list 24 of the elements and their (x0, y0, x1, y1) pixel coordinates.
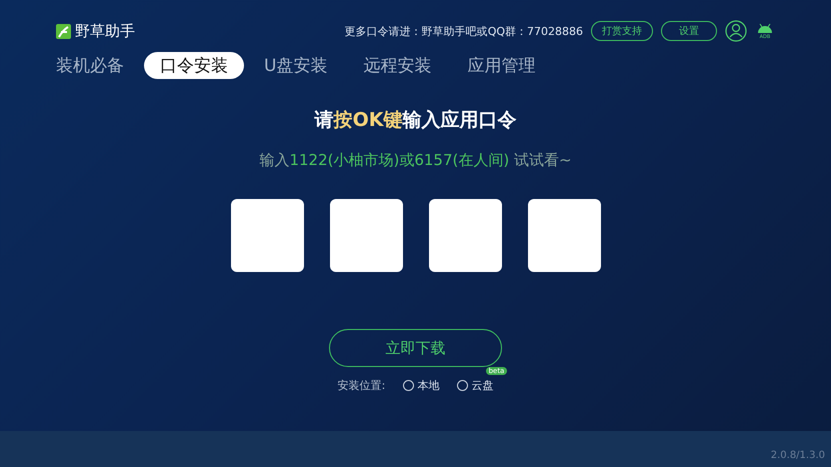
user-icon[interactable] (725, 20, 747, 42)
nav-tab[interactable]: 应用管理 (451, 52, 552, 79)
settings-button[interactable]: 设置 (661, 21, 717, 41)
qq-group-notice: 更多口令请进：野草助手吧或QQ群：77028886 (344, 24, 583, 38)
example-hint: 输入1122(小柚市场)或6157(在人间) 试试看~ (259, 151, 572, 170)
instruction-heading: 请按OK键输入应用口令 (314, 108, 516, 133)
version-text: 2.0.8/1.3.0 (770, 450, 825, 461)
option-label: 本地 (417, 378, 440, 393)
nav-tab[interactable]: 远程安装 (347, 52, 448, 79)
download-button[interactable]: 立即下载 (329, 329, 502, 367)
code-input-field[interactable] (330, 199, 402, 272)
radio-button[interactable] (403, 380, 414, 391)
app-name: 野草助手 (75, 22, 135, 40)
nav-tab[interactable]: U盘安装 (248, 52, 344, 79)
option-label: 云盘 (471, 378, 494, 393)
leaf-logo-icon (56, 24, 71, 38)
nav-tab[interactable]: 口令安装 (144, 52, 244, 79)
nav-tab[interactable]: 装机必备 (40, 52, 140, 79)
code-input-field[interactable] (230, 199, 304, 272)
code-input-field[interactable] (428, 199, 502, 272)
donate-button[interactable]: 打赏支持 (591, 21, 653, 41)
radio-button[interactable] (457, 380, 468, 391)
install-location-label: 安装位置: (338, 378, 386, 393)
code-input-field[interactable] (528, 199, 600, 272)
